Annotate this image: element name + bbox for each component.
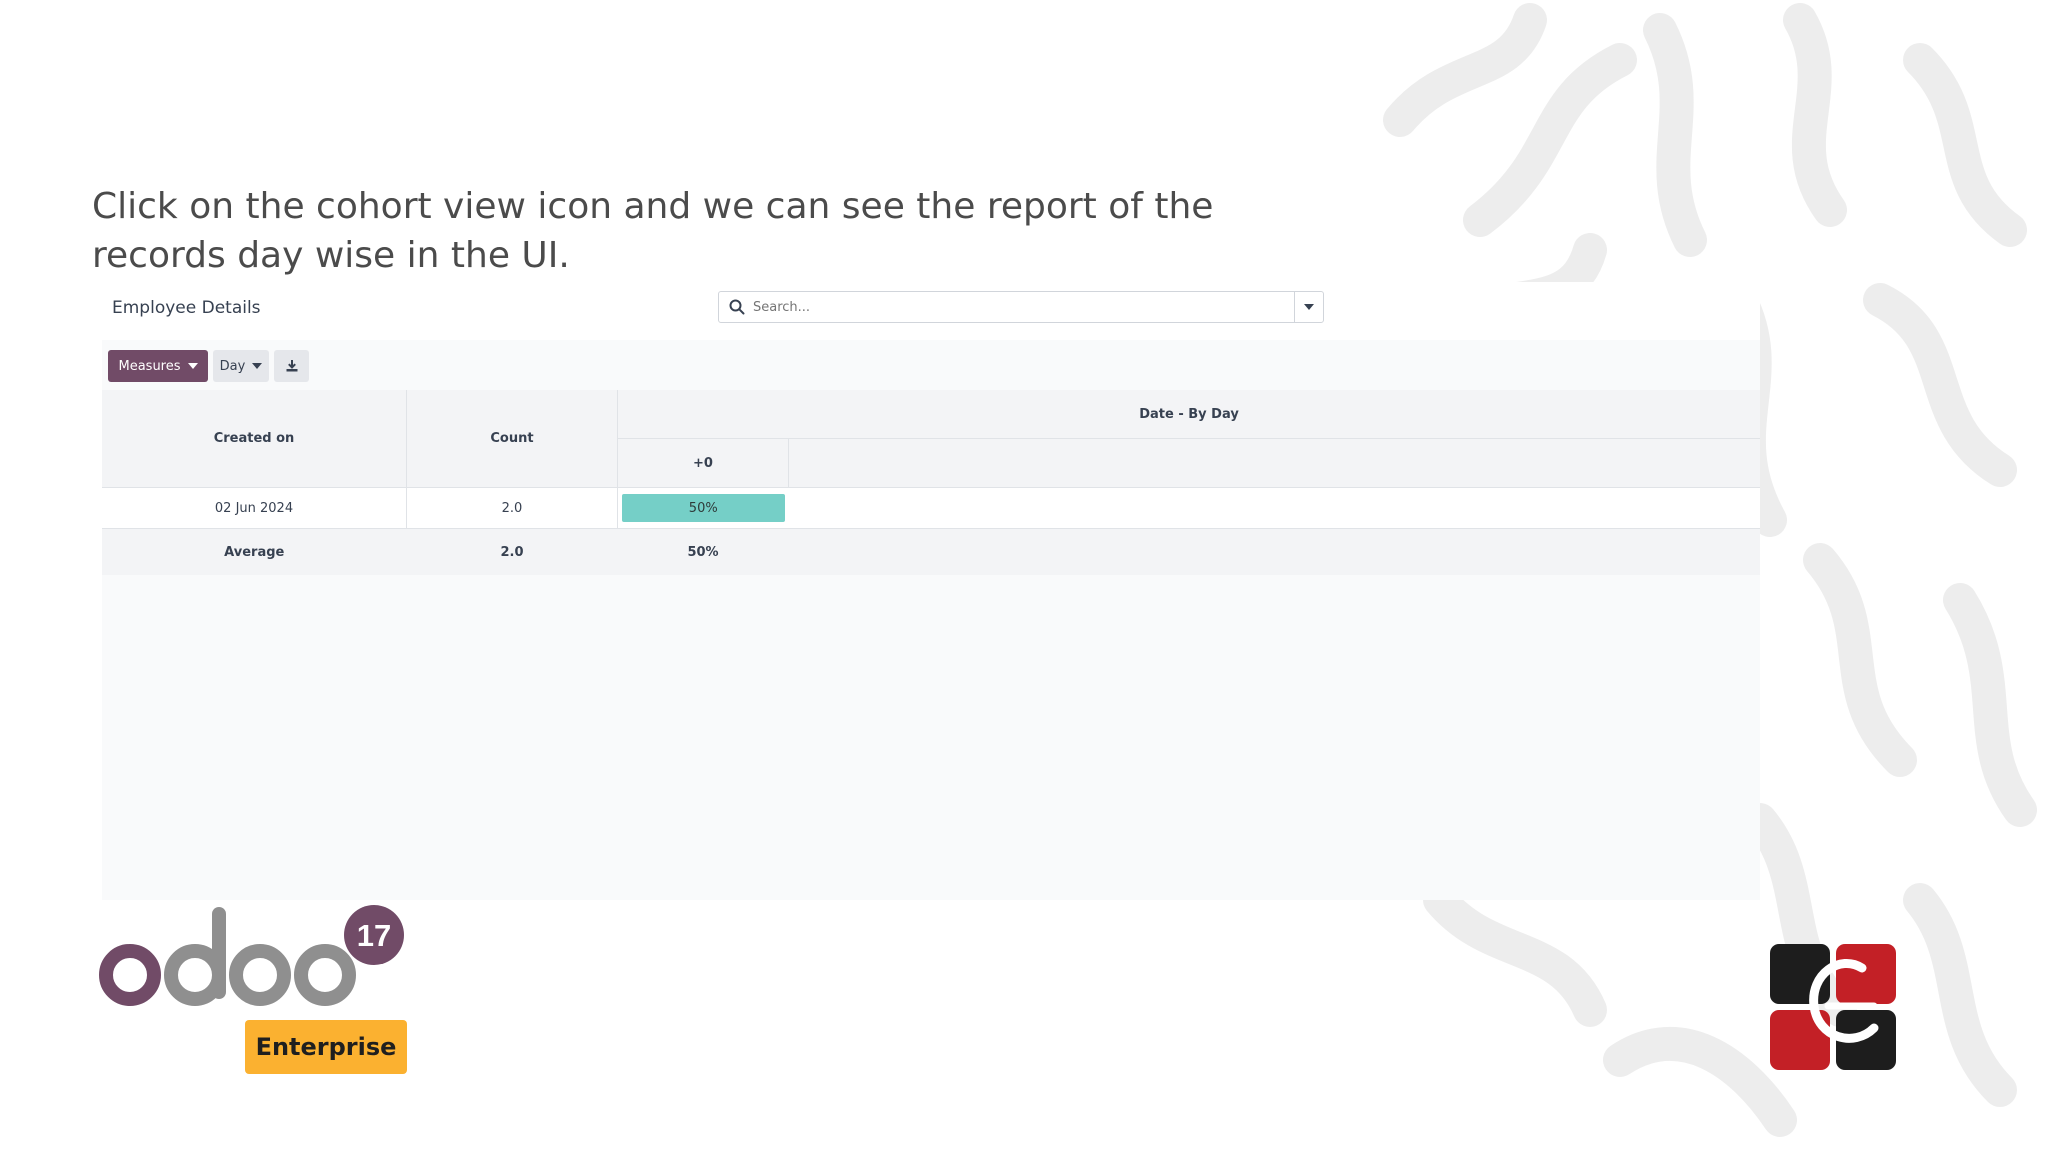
col-header-created-on: Created on bbox=[102, 390, 407, 488]
cohort-toolbar: Measures Day bbox=[102, 340, 1760, 390]
cohort-table: Created on Count Date - By Day +0 02 Jun… bbox=[102, 390, 1760, 575]
average-row: Average 2.0 50% bbox=[102, 528, 1760, 575]
table-row[interactable]: 02 Jun 2024 2.0 50% bbox=[102, 487, 1760, 529]
measures-label: Measures bbox=[118, 358, 181, 374]
col-header-period-0: +0 bbox=[617, 438, 789, 488]
caret-down-icon bbox=[187, 363, 198, 369]
col-header-count[interactable]: Count bbox=[406, 390, 618, 488]
average-spacer bbox=[788, 528, 1760, 575]
odoo-version: 17 bbox=[357, 918, 391, 953]
instruction-caption: Click on the cohort view icon and we can… bbox=[92, 186, 1214, 276]
control-panel: Employee Details bbox=[102, 282, 1760, 342]
measures-button[interactable]: Measures bbox=[108, 350, 208, 382]
row-created-on: 02 Jun 2024 bbox=[102, 487, 407, 529]
caret-down-icon bbox=[1304, 304, 1314, 310]
search-input[interactable] bbox=[751, 295, 1275, 319]
average-label: Average bbox=[102, 528, 407, 575]
cohort-view-window: Employee Details Measures Day bbox=[102, 282, 1760, 900]
col-header-date-group: Date - By Day bbox=[617, 390, 1760, 439]
average-count: 2.0 bbox=[406, 528, 618, 575]
company-logo bbox=[1770, 944, 1896, 1070]
search-bar bbox=[718, 291, 1324, 323]
col-header-spacer bbox=[788, 438, 1760, 488]
enterprise-badge: Enterprise bbox=[245, 1020, 407, 1074]
interval-label: Day bbox=[219, 358, 246, 374]
interval-dropdown[interactable]: Day bbox=[213, 350, 269, 382]
row-spacer bbox=[788, 487, 1760, 529]
average-period-0: 50% bbox=[617, 528, 789, 575]
row-count: 2.0 bbox=[406, 487, 618, 529]
download-button[interactable] bbox=[274, 350, 309, 382]
caret-down-icon bbox=[252, 363, 263, 369]
download-icon bbox=[286, 360, 297, 372]
search-options-toggle[interactable] bbox=[1294, 292, 1323, 322]
row-period-0-cell[interactable]: 50% bbox=[617, 487, 789, 529]
breadcrumb[interactable]: Employee Details bbox=[112, 298, 261, 318]
retention-bar: 50% bbox=[622, 494, 785, 522]
search-icon bbox=[729, 299, 745, 315]
